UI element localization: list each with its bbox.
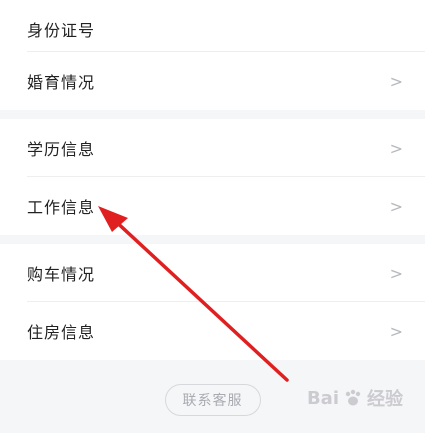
row-label: 身份证号	[27, 21, 96, 40]
info-group-personal: 身份证号 婚育情况 >	[0, 0, 425, 110]
row-label: 学历信息	[27, 140, 96, 159]
section-gap	[0, 235, 425, 244]
watermark-text: 经验	[367, 389, 403, 410]
chevron-right-icon: >	[389, 196, 403, 216]
row-id-number[interactable]: 身份证号	[0, 0, 425, 52]
paw-icon	[345, 389, 361, 406]
row-housing[interactable]: 住房信息 >	[0, 302, 425, 360]
row-marriage[interactable]: 婚育情况 >	[0, 52, 425, 110]
row-label: 购车情况	[27, 265, 96, 284]
row-work[interactable]: 工作信息 >	[0, 177, 425, 235]
row-label: 婚育情况	[27, 73, 96, 92]
chevron-right-icon: >	[389, 263, 403, 283]
row-car[interactable]: 购车情况 >	[0, 244, 425, 302]
chevron-right-icon: >	[389, 138, 403, 158]
chevron-right-icon: >	[389, 71, 403, 91]
row-label: 住房信息	[27, 323, 96, 342]
watermark: Bai 经验	[307, 385, 403, 411]
row-label: 工作信息	[27, 198, 96, 217]
row-education[interactable]: 学历信息 >	[0, 119, 425, 177]
chevron-right-icon: >	[389, 321, 403, 341]
profile-info-screen: 身份证号 婚育情况 > 学历信息 > 工作信息 > 购车情况 > 住房信息 > …	[0, 0, 425, 433]
contact-support-button[interactable]: 联系客服	[164, 384, 261, 416]
info-group-assets: 购车情况 > 住房信息 >	[0, 244, 425, 360]
info-group-education-work: 学历信息 > 工作信息 >	[0, 119, 425, 235]
watermark-text: Bai	[306, 387, 339, 409]
section-gap	[0, 110, 425, 119]
